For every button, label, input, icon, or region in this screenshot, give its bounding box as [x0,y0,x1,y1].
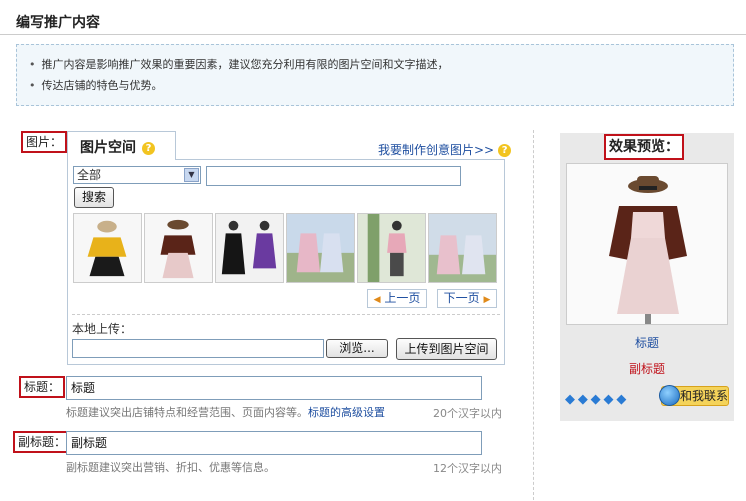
tab-label: 图片空间 [80,140,136,156]
prev-page-button[interactable]: ◀ 上一页 [367,289,427,308]
column-divider [533,130,534,500]
subtitle-char-limit: 12个汉字以内 [433,462,502,475]
preview-image [566,163,728,325]
diamond-icon: ◆ [590,392,601,407]
file-path-input[interactable] [72,339,324,358]
title-hint: 标题建议突出店铺特点和经营范围、页面内容等。标题的高级设置 [66,404,385,420]
thumbnail-image[interactable] [357,213,426,283]
search-button[interactable]: 搜索 [74,187,114,208]
title-input[interactable]: 标题 [66,376,482,400]
subtitle-label: 副标题： [13,431,72,453]
diamond-icon: ◆ [616,392,627,407]
seller-rating: ◆ ◆ ◆ ◆ ◆ [565,392,627,407]
upload-to-image-space-button[interactable]: 上传到图片空间 [396,338,497,360]
help-icon[interactable]: ? [142,141,155,155]
thumbnail-image[interactable] [428,213,497,283]
contact-label: 和我联系 [680,389,729,403]
tip-item: 推广内容是影响推广效果的重要因素，建议您充分利用有限的图片空间和文字描述， [29,54,721,75]
chevron-down-icon[interactable]: ▼ [184,168,199,182]
subtitle-hint: 副标题建议突出营销、折扣、优惠等信息。 [66,461,275,474]
category-select[interactable]: 全部 ▼ [73,166,201,184]
chevron-left-icon: ◀ [373,295,381,305]
category-selected-value: 全部 [77,168,102,182]
chevron-right-icon: ▶ [483,295,491,305]
thumbnail-image[interactable] [215,213,284,283]
diamond-icon: ◆ [603,392,614,407]
image-label: 图片： [21,131,68,153]
browse-button[interactable]: 浏览... [326,339,388,358]
header-divider [0,34,746,35]
thumbnail-image[interactable] [73,213,142,283]
thumbnail-image[interactable] [144,213,213,283]
divider [72,314,500,315]
preview-subtitle: 副标题 [628,362,665,376]
next-page-label: 下一页 [443,291,480,305]
tip-item: 传达店铺的特色与优势。 [29,75,721,96]
prev-page-label: 上一页 [384,291,421,305]
chat-icon [659,385,680,406]
title-hint-text: 标题建议突出店铺特点和经营范围、页面内容等。 [66,406,308,419]
create-link-text[interactable]: 我要制作创意图片>> [378,143,494,157]
diamond-icon: ◆ [565,392,575,407]
contact-me-button[interactable]: 和我联系 [659,385,729,406]
create-creative-image-link[interactable]: 我要制作创意图片>>? [378,141,512,158]
thumbnail-image[interactable] [286,213,355,283]
title-advanced-settings-link[interactable]: 标题的高级设置 [308,406,385,419]
page-title: 编写推广内容 [16,15,100,31]
diamond-icon: ◆ [577,392,588,407]
preview-label: 效果预览： [604,134,684,160]
help-icon[interactable]: ? [498,144,512,157]
local-upload-label: 本地上传： [72,322,133,336]
title-label: 标题： [19,376,66,398]
search-input[interactable] [206,166,461,186]
tab-image-space[interactable]: 图片空间? [67,131,176,160]
next-page-button[interactable]: 下一页 ▶ [437,289,497,308]
preview-title[interactable]: 标题 [560,334,734,351]
subtitle-input[interactable]: 副标题 [66,431,482,455]
title-char-limit: 20个汉字以内 [433,407,502,420]
tips-box: 推广内容是影响推广效果的重要因素，建议您充分利用有限的图片空间和文字描述， 传达… [16,44,734,106]
